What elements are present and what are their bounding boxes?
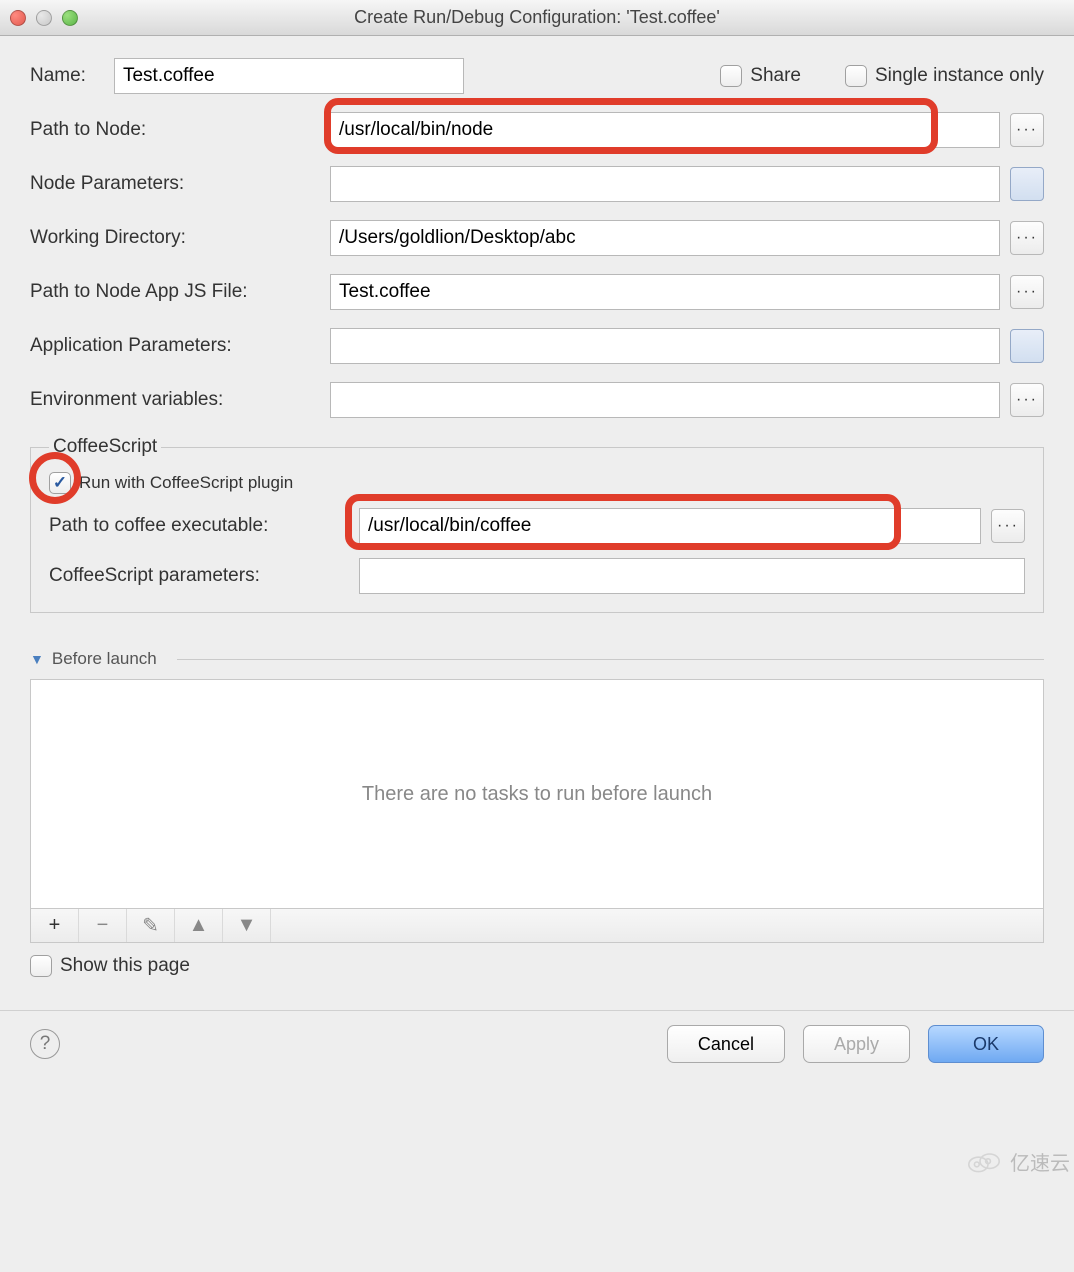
coffeescript-legend: CoffeeScript <box>49 436 161 458</box>
working-dir-input[interactable] <box>330 220 1000 256</box>
browse-coffee-path-button[interactable]: ··· <box>991 509 1025 543</box>
browse-working-dir-button[interactable]: ··· <box>1010 221 1044 255</box>
tasks-toolbar: + − ✎ ▲ ▼ <box>30 909 1044 943</box>
app-params-label: Application Parameters: <box>30 335 320 357</box>
before-launch-tasks: There are no tasks to run before launch <box>30 679 1044 909</box>
path-to-node-label: Path to Node: <box>30 119 320 141</box>
move-up-button: ▲ <box>175 909 223 942</box>
coffeescript-group: CoffeeScript Run with CoffeeScript plugi… <box>30 436 1044 613</box>
node-params-input[interactable] <box>330 166 1000 202</box>
chevron-down-icon: ▼ <box>30 651 44 667</box>
coffee-params-label: CoffeeScript parameters: <box>49 565 349 587</box>
before-launch-empty: There are no tasks to run before launch <box>362 783 712 806</box>
app-params-input[interactable] <box>330 328 1000 364</box>
ok-button[interactable]: OK <box>928 1025 1044 1063</box>
coffee-path-label: Path to coffee executable: <box>49 515 349 537</box>
edit-task-button: ✎ <box>127 909 175 942</box>
path-to-node-input[interactable] <box>330 112 1000 148</box>
single-instance-label: Single instance only <box>875 65 1044 87</box>
window-titlebar: Create Run/Debug Configuration: 'Test.co… <box>0 0 1074 36</box>
env-vars-label: Environment variables: <box>30 389 320 411</box>
app-js-label: Path to Node App JS File: <box>30 281 320 303</box>
name-label: Name: <box>30 65 86 87</box>
name-input[interactable] <box>114 58 464 94</box>
run-with-coffee-checkbox[interactable] <box>49 472 71 494</box>
single-instance-checkbox[interactable] <box>845 65 867 87</box>
cancel-button[interactable]: Cancel <box>667 1025 785 1063</box>
add-task-button[interactable]: + <box>31 909 79 942</box>
before-launch-title: Before launch <box>52 649 157 669</box>
help-button[interactable]: ? <box>30 1029 60 1059</box>
window-title: Create Run/Debug Configuration: 'Test.co… <box>0 7 1074 28</box>
share-label: Share <box>750 65 801 87</box>
remove-task-button: − <box>79 909 127 942</box>
show-this-page-checkbox[interactable] <box>30 955 52 977</box>
move-down-button: ▼ <box>223 909 271 942</box>
run-with-coffee-label: Run with CoffeeScript plugin <box>79 473 293 493</box>
watermark-icon: 亿速云 <box>964 1147 1070 1176</box>
working-dir-label: Working Directory: <box>30 227 320 249</box>
coffee-params-input[interactable] <box>359 558 1025 594</box>
coffee-path-input[interactable] <box>359 508 981 544</box>
apply-button: Apply <box>803 1025 910 1063</box>
env-vars-input[interactable] <box>330 382 1000 418</box>
show-this-page-label: Show this page <box>60 955 190 977</box>
expand-node-params-button[interactable] <box>1010 167 1044 201</box>
browse-env-vars-button[interactable]: ··· <box>1010 383 1044 417</box>
node-params-label: Node Parameters: <box>30 173 320 195</box>
expand-app-params-button[interactable] <box>1010 329 1044 363</box>
before-launch-toggle[interactable]: ▼ Before launch <box>30 649 1044 669</box>
browse-app-js-button[interactable]: ··· <box>1010 275 1044 309</box>
browse-node-button[interactable]: ··· <box>1010 113 1044 147</box>
share-checkbox[interactable] <box>720 65 742 87</box>
app-js-input[interactable] <box>330 274 1000 310</box>
